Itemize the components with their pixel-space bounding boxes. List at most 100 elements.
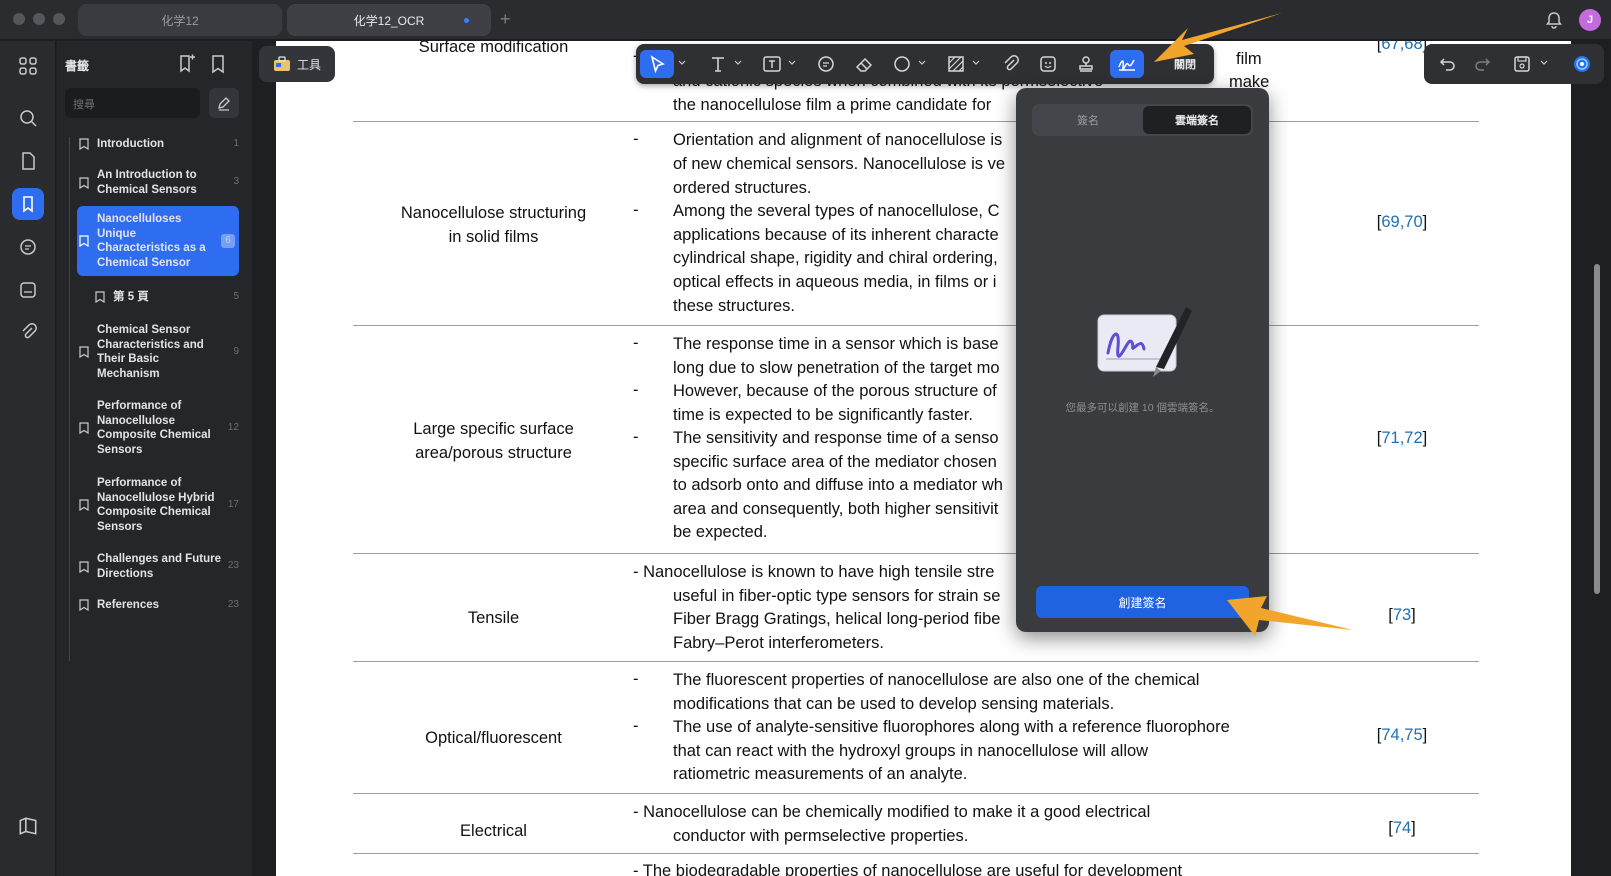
signature-tool-button[interactable] [1110,50,1144,78]
notification-bell-icon[interactable] [1544,10,1564,30]
reference-link[interactable]: 73 [1393,606,1411,624]
bookmark-item-hybrid-composite-sensors[interactable]: Performance of Nanocellulose Hybrid Comp… [77,476,239,534]
table-divider [353,325,1479,326]
avatar[interactable]: J [1579,9,1601,31]
edit-bookmarks-button[interactable] [209,88,239,118]
thumbnails-button[interactable] [12,50,44,82]
bookmark-item-sensor-characteristics[interactable]: Chemical Sensor Characteristics and Thei… [77,323,239,381]
reference-link[interactable]: 74 [1393,819,1411,837]
bookmark-label: References [97,599,160,611]
vertical-scrollbar[interactable] [1594,264,1600,594]
pages-button[interactable] [12,145,44,177]
chevron-down-icon[interactable] [1540,59,1548,67]
table-reference[interactable]: [69,70] [1366,213,1438,232]
chevron-down-icon[interactable] [788,59,796,67]
right-toolbar [1424,44,1604,84]
attachment-tool-button[interactable] [996,50,1024,78]
bookmark-label: 第 5 頁 [113,291,149,303]
bullet-dash: - [633,381,639,399]
window-minimize-button[interactable] [33,13,45,25]
stamp-tool-button[interactable] [1072,50,1100,78]
sticker-tool-button[interactable] [1034,50,1062,78]
reference-link[interactable]: 69,70 [1381,213,1422,231]
callout-arrow-toolbar [1154,13,1282,62]
bookmarks-button[interactable] [12,188,44,220]
bookmark-outline-icon[interactable] [207,53,229,75]
sidebar-toggle-icon[interactable] [17,815,39,837]
bookmark-icon [77,138,91,151]
bookmark-item-references[interactable]: References 23 [77,598,239,613]
bullet-dash: - [633,130,639,148]
table-reference[interactable]: [74] [1366,819,1438,838]
bookmark-item-intro-chemical-sensors[interactable]: An Introduction to Chemical Sensors 3 [77,168,239,197]
bookmark-item-challenges[interactable]: Challenges and Future Directions 23 [77,552,239,581]
table-reference[interactable]: [73] [1366,606,1438,625]
table-text-line: that can react with the hydroxyl groups … [673,742,1149,760]
attachments-button[interactable] [12,316,44,348]
bullet-dash: - [633,428,639,446]
table-divider [353,121,1479,122]
table-text-line: to adsorb onto and diffuse into a mediat… [673,476,1003,494]
undo-button[interactable] [1434,50,1462,78]
area-highlight-tool-button[interactable] [942,50,970,78]
tab-document-1[interactable]: 化学12 [78,4,282,36]
table-text-line: modifications that can be used to develo… [673,695,1115,713]
tab-cloud-signature[interactable]: 雲端簽名 [1143,106,1251,134]
bookmark-item-introduction[interactable]: Introduction 1 [77,137,239,152]
bookmark-search-input[interactable]: 搜尋 [65,88,200,118]
reference-link[interactable]: 67,68 [1381,41,1422,53]
comments-button[interactable] [12,231,44,263]
table-text-line: the nanocellulose film a prime candidate… [673,96,992,114]
form-icon [20,282,36,298]
left-icon-rail [0,41,56,876]
tab-label: 化学12_OCR [353,13,425,28]
table-category: Electrical [460,822,527,840]
bookmark-item-composite-sensors[interactable]: Performance of Nanocellulose Composite C… [77,399,239,457]
reference-link[interactable]: 71,72 [1381,429,1422,447]
ai-assistant-button[interactable] [1568,50,1596,78]
add-bookmark-icon[interactable] [175,53,197,75]
reference-link[interactable]: 74,75 [1381,726,1422,744]
table-text-line: time is expected to be significantly fas… [673,406,973,424]
bookmark-page: 9 [233,345,239,357]
signature-type-toggle: 簽名 雲端簽名 [1032,104,1253,136]
category-line: Nanocellulose structuring [400,204,587,222]
bookmark-item-nanocelluloses-unique[interactable]: Nanocelluloses Unique Characteristics as… [77,206,239,276]
window-close-button[interactable] [13,13,25,25]
table-text-line: be expected. [673,523,768,541]
circle-shape-icon [894,56,910,72]
bookmark-page: 17 [227,498,239,510]
bookmark-page: 23 [227,560,239,572]
chevron-down-icon[interactable] [918,59,926,67]
comment-tool-button[interactable] [812,50,840,78]
title-bar: 化学12 化学12_OCR + J [0,0,1611,40]
select-tool-button[interactable] [640,50,674,78]
tools-button[interactable]: 工具 [259,46,335,82]
bookmark-icon [77,346,91,358]
bookmark-page: 1 [233,138,239,149]
textbox-tool-button[interactable] [758,50,786,78]
save-button[interactable] [1508,50,1536,78]
shape-tool-button[interactable] [888,50,916,78]
table-category: Large specific surface area/porous struct… [361,417,626,465]
table-reference[interactable]: [74,75] [1366,726,1438,745]
chevron-down-icon[interactable] [678,59,686,67]
search-button[interactable] [12,102,44,134]
chevron-down-icon[interactable] [734,59,742,67]
bookmark-icon [77,599,91,612]
create-signature-button[interactable]: 創建簽名 [1036,586,1249,618]
category-line: area/porous structure [415,444,572,462]
add-tab-button[interactable]: + [500,9,511,30]
window-zoom-button[interactable] [53,13,65,25]
text-tool-button[interactable] [704,50,732,78]
redo-icon [1475,58,1491,71]
chevron-down-icon[interactable] [972,59,980,67]
redo-button[interactable] [1468,50,1496,78]
forms-button[interactable] [12,274,44,306]
table-reference[interactable]: [71,72] [1366,429,1438,448]
sticker-icon [1040,56,1056,72]
tab-signature[interactable]: 簽名 [1034,106,1142,134]
eraser-tool-button[interactable] [850,50,878,78]
bookmark-item-page-5[interactable]: 第 5 頁 5 [93,290,239,305]
tab-document-2[interactable]: 化学12_OCR [287,4,491,36]
